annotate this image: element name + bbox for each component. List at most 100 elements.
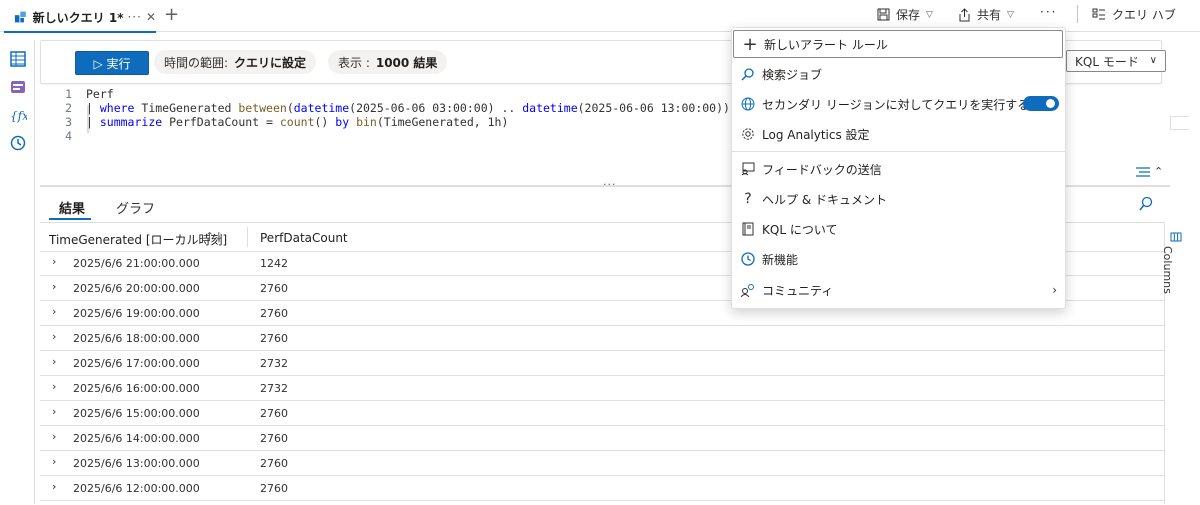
menu-item-log-analytics-settings[interactable]: Log Analytics 設定 bbox=[732, 120, 1065, 148]
history-icon[interactable] bbox=[9, 134, 27, 152]
run-button[interactable]: ▷ 実行 bbox=[75, 51, 149, 75]
table-row[interactable]: › 2025/6/6 12:00:00.000 2760 bbox=[40, 476, 1164, 501]
expand-row-icon[interactable]: › bbox=[52, 405, 56, 418]
cell-timegenerated: 2025/6/6 17:00:00.000 bbox=[73, 357, 200, 370]
search-icon[interactable] bbox=[1138, 196, 1154, 212]
columns-panel-label[interactable]: Columns bbox=[1161, 246, 1174, 294]
table-row[interactable]: › 2025/6/6 16:00:00.000 2732 bbox=[40, 376, 1164, 401]
expand-row-icon[interactable]: › bbox=[52, 380, 56, 393]
tab-chart[interactable]: グラフ bbox=[116, 198, 155, 217]
share-label: 共有 bbox=[977, 8, 1002, 22]
chevron-down-icon: ▽ bbox=[1007, 9, 1014, 20]
column-header-perfdatacount[interactable]: PerfDataCount bbox=[260, 231, 348, 245]
cell-perfdatacount: 2760 bbox=[260, 432, 288, 445]
share-button[interactable]: 共有 ▽ bbox=[958, 6, 1014, 23]
queries-icon[interactable] bbox=[9, 78, 27, 96]
more-options-button[interactable]: ··· bbox=[1040, 5, 1057, 19]
active-tab-indicator bbox=[49, 218, 91, 220]
table-row[interactable]: › 2025/6/6 17:00:00.000 2732 bbox=[40, 351, 1164, 376]
menu-item-about-kql[interactable]: KQL について bbox=[732, 215, 1065, 243]
result-limit-value: 1000 結果 bbox=[375, 55, 438, 70]
save-button[interactable]: 保存 ▽ bbox=[877, 6, 933, 23]
kql-mode-label: KQL モード bbox=[1075, 54, 1139, 69]
cell-timegenerated: 2025/6/6 14:00:00.000 bbox=[73, 432, 200, 445]
save-label: 保存 bbox=[896, 8, 921, 22]
tab-more-icon[interactable]: ··· bbox=[127, 10, 141, 24]
cell-timegenerated: 2025/6/6 12:00:00.000 bbox=[73, 482, 200, 495]
code-line: | summarize PerfDataCount = count() by b… bbox=[86, 115, 509, 129]
menu-item-search-job[interactable]: 検索ジョブ bbox=[732, 60, 1065, 88]
cell-timegenerated: 2025/6/6 20:00:00.000 bbox=[73, 282, 200, 295]
cell-timegenerated: 2025/6/6 15:00:00.000 bbox=[73, 407, 200, 420]
chevron-right-icon: › bbox=[1052, 283, 1057, 297]
menu-separator bbox=[732, 151, 1065, 152]
menu-item-label: 新しいアラート ルール bbox=[764, 37, 888, 52]
share-icon bbox=[959, 7, 970, 21]
menu-item-new-alert-rule[interactable]: + 新しいアラート ルール bbox=[733, 30, 1063, 58]
query-hub-icon bbox=[1092, 8, 1105, 20]
cell-timegenerated: 2025/6/6 21:00:00.000 bbox=[73, 257, 200, 270]
expand-row-icon[interactable]: › bbox=[52, 455, 56, 468]
cell-perfdatacount: 2760 bbox=[260, 482, 288, 495]
close-icon[interactable]: ✕ bbox=[146, 10, 156, 24]
table-row[interactable]: › 2025/6/6 18:00:00.000 2760 bbox=[40, 326, 1164, 351]
expand-row-icon[interactable]: › bbox=[52, 480, 56, 493]
save-icon bbox=[877, 8, 890, 21]
search-job-icon bbox=[740, 66, 756, 82]
kql-mode-dropdown[interactable]: KQL モード ∨ bbox=[1066, 50, 1166, 72]
functions-icon[interactable]: {fx} bbox=[9, 106, 27, 124]
secondary-region-toggle[interactable] bbox=[1023, 96, 1059, 111]
menu-item-label: 新機能 bbox=[762, 252, 799, 267]
cell-timegenerated: 2025/6/6 18:00:00.000 bbox=[73, 332, 200, 345]
expand-row-icon[interactable]: › bbox=[52, 355, 56, 368]
clock-icon bbox=[740, 251, 756, 267]
menu-item-whats-new[interactable]: 新機能 bbox=[732, 245, 1065, 273]
plus-icon: + bbox=[742, 33, 758, 55]
cell-perfdatacount: 2760 bbox=[260, 282, 288, 295]
expand-row-icon[interactable]: › bbox=[52, 330, 56, 343]
left-rail: {fx} bbox=[0, 40, 35, 504]
expand-row-icon[interactable]: › bbox=[52, 255, 56, 268]
menu-item-secondary-region[interactable]: セカンダリ リージョンに対してクエリを実行する bbox=[732, 90, 1065, 118]
collapse-editor-icon[interactable]: ⌃ bbox=[1154, 165, 1163, 178]
svg-text:{fx}: {fx} bbox=[10, 109, 27, 123]
expand-row-icon[interactable]: › bbox=[52, 305, 56, 318]
table-row[interactable]: › 2025/6/6 14:00:00.000 2760 bbox=[40, 426, 1164, 451]
query-tab-title: 新しいクエリ 1* bbox=[32, 10, 124, 25]
format-query-icon[interactable] bbox=[1135, 165, 1151, 179]
tables-icon[interactable] bbox=[9, 50, 27, 68]
result-limit-label: 表示 : bbox=[338, 55, 370, 70]
line-number: 3 bbox=[65, 115, 72, 129]
expand-row-icon[interactable]: › bbox=[52, 430, 56, 443]
result-limit-picker[interactable]: 表示 : 1000 結果 bbox=[328, 50, 448, 74]
query-hub-button[interactable]: クエリ ハブ bbox=[1092, 6, 1176, 23]
menu-item-label: コミュニティ bbox=[762, 283, 834, 298]
chevron-down-icon: ∨ bbox=[1149, 55, 1157, 66]
menu-item-send-feedback[interactable]: フィードバックの送信 bbox=[732, 155, 1065, 183]
column-divider[interactable] bbox=[247, 227, 248, 247]
tab-results[interactable]: 結果 bbox=[59, 198, 85, 217]
column-header-timegenerated[interactable]: TimeGenerated [ローカル時刻] bbox=[49, 231, 227, 248]
columns-icon bbox=[1170, 232, 1182, 242]
help-icon: ? bbox=[744, 191, 752, 207]
table-row[interactable]: › 2025/6/6 15:00:00.000 2760 bbox=[40, 401, 1164, 426]
cell-perfdatacount: 2732 bbox=[260, 357, 288, 370]
time-range-picker[interactable]: 時間の範囲: クエリに設定 bbox=[154, 50, 317, 74]
query-tab[interactable]: 新しいクエリ 1* ··· ✕ bbox=[4, 3, 156, 33]
expand-row-icon[interactable]: › bbox=[52, 280, 56, 293]
add-tab-icon[interactable]: + bbox=[164, 4, 179, 25]
cell-perfdatacount: 2760 bbox=[260, 332, 288, 345]
menu-item-help-docs[interactable]: ? ヘルプ & ドキュメント bbox=[732, 185, 1065, 213]
globe-icon bbox=[740, 96, 756, 112]
line-number: 2 bbox=[65, 101, 72, 115]
table-row[interactable]: › 2025/6/6 13:00:00.000 2760 bbox=[40, 451, 1164, 476]
sort-icon[interactable]: ↑↓ bbox=[205, 230, 223, 243]
menu-item-label: セカンダリ リージョンに対してクエリを実行する bbox=[762, 97, 1030, 112]
line-number: 4 bbox=[65, 129, 72, 143]
chevron-down-icon: ▽ bbox=[926, 9, 933, 20]
splitter-handle-icon[interactable]: ··· bbox=[603, 178, 617, 191]
menu-item-community[interactable]: コミュニティ › bbox=[732, 276, 1065, 304]
cell-perfdatacount: 2732 bbox=[260, 382, 288, 395]
menu-item-label: Log Analytics 設定 bbox=[762, 127, 870, 142]
menu-item-label: KQL について bbox=[762, 222, 838, 237]
